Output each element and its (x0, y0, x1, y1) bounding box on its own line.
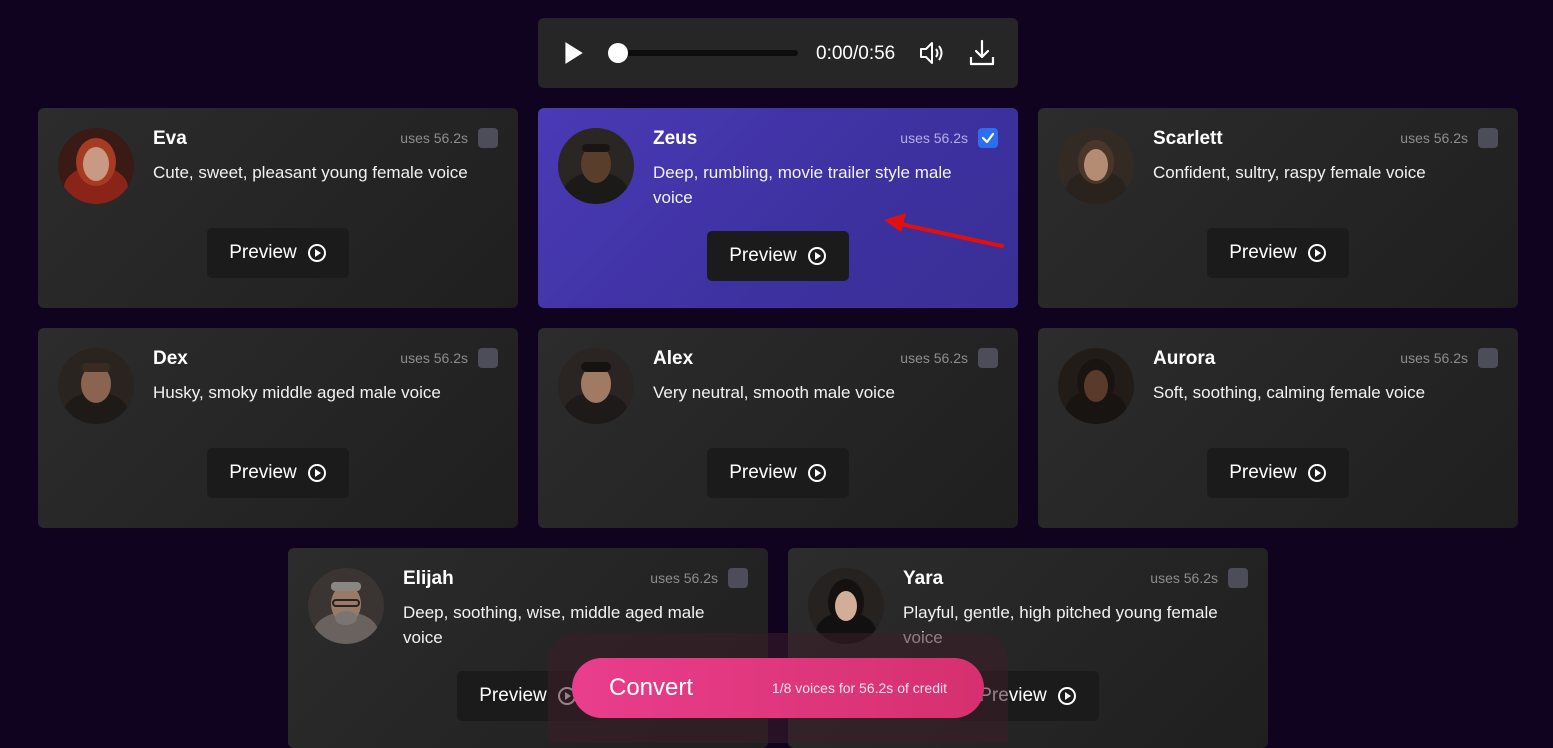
voice-name: Dex (153, 348, 188, 369)
preview-label: Preview (229, 242, 297, 263)
voice-description: Confident, sultry, raspy female voice (1153, 163, 1426, 182)
avatar (558, 128, 634, 204)
preview-label: Preview (479, 685, 547, 706)
voice-name: Elijah (403, 568, 454, 589)
uses-label: uses 56.2s (1400, 130, 1468, 146)
play-circle-icon (1307, 464, 1326, 482)
preview-label: Preview (1229, 242, 1297, 263)
uses-label: uses 56.2s (400, 130, 468, 146)
check-icon (981, 132, 995, 144)
voice-card-scarlett[interactable]: Scarlett uses 56.2s Confident, sultry, r… (1038, 108, 1518, 308)
avatar (58, 348, 134, 424)
avatar (558, 348, 634, 424)
play-circle-icon (807, 247, 826, 265)
voice-name: Scarlett (1153, 128, 1223, 149)
preview-label: Preview (229, 462, 297, 483)
voice-description: Soft, soothing, calming female voice (1153, 383, 1426, 402)
play-circle-icon (307, 464, 326, 482)
preview-button[interactable]: Preview (207, 228, 349, 278)
voice-checkbox[interactable] (978, 128, 998, 148)
uses-label: uses 56.2s (900, 130, 968, 146)
uses-label: uses 56.2s (1150, 570, 1218, 586)
voice-description: Deep, rumbling, movie trailer style male… (653, 163, 952, 207)
preview-button[interactable]: Preview (707, 448, 849, 498)
seek-knob[interactable] (608, 43, 628, 63)
time-display: 0:00/0:56 (816, 43, 896, 64)
uses-label: uses 56.2s (650, 570, 718, 586)
preview-button[interactable]: Preview (1207, 228, 1349, 278)
play-icon[interactable] (560, 40, 586, 66)
voice-checkbox[interactable] (478, 128, 498, 148)
voice-description: Cute, sweet, pleasant young female voice (153, 163, 468, 182)
avatar (1058, 348, 1134, 424)
preview-button[interactable]: Preview (707, 231, 849, 281)
preview-label: Preview (1229, 462, 1297, 483)
voice-checkbox[interactable] (1478, 348, 1498, 368)
voice-checkbox[interactable] (978, 348, 998, 368)
seek-track[interactable] (610, 50, 798, 56)
voice-card-aurora[interactable]: Aurora uses 56.2s Soft, soothing, calmin… (1038, 328, 1518, 528)
annotation-arrow (884, 213, 1004, 248)
avatar (1058, 128, 1134, 204)
voice-card-alex[interactable]: Alex uses 56.2s Very neutral, smooth mal… (538, 328, 1018, 528)
avatar (308, 568, 384, 644)
preview-button[interactable]: Preview (207, 448, 349, 498)
play-circle-icon (1307, 244, 1326, 262)
play-circle-icon (307, 244, 326, 262)
voice-name: Zeus (653, 128, 698, 149)
voice-name: Alex (653, 348, 694, 369)
preview-button[interactable]: Preview (1207, 448, 1349, 498)
play-circle-icon (807, 464, 826, 482)
volume-icon[interactable] (918, 40, 948, 66)
voice-checkbox[interactable] (1478, 128, 1498, 148)
voice-description: Very neutral, smooth male voice (653, 383, 895, 402)
download-icon[interactable] (968, 38, 996, 68)
voice-checkbox[interactable] (1228, 568, 1248, 588)
uses-label: uses 56.2s (900, 350, 968, 366)
voice-name: Eva (153, 128, 187, 149)
convert-summary: 1/8 voices for 56.2s of credit (771, 680, 947, 696)
voice-name: Aurora (1153, 348, 1216, 369)
uses-label: uses 56.2s (1400, 350, 1468, 366)
voice-name: Yara (903, 568, 944, 589)
voice-card-dex[interactable]: Dex uses 56.2s Husky, smoky middle aged … (38, 328, 518, 528)
preview-label: Preview (729, 462, 797, 483)
uses-label: uses 56.2s (400, 350, 468, 366)
voice-checkbox[interactable] (478, 348, 498, 368)
preview-label: Preview (729, 245, 797, 266)
voice-checkbox[interactable] (728, 568, 748, 588)
convert-label: Convert (609, 674, 694, 701)
voice-description: Husky, smoky middle aged male voice (153, 383, 441, 402)
convert-button[interactable]: Convert 1/8 voices for 56.2s of credit (572, 658, 984, 718)
play-circle-icon (1057, 687, 1076, 705)
avatar (58, 128, 134, 204)
voice-card-eva[interactable]: Eva uses 56.2s Cute, sweet, pleasant you… (38, 108, 518, 308)
